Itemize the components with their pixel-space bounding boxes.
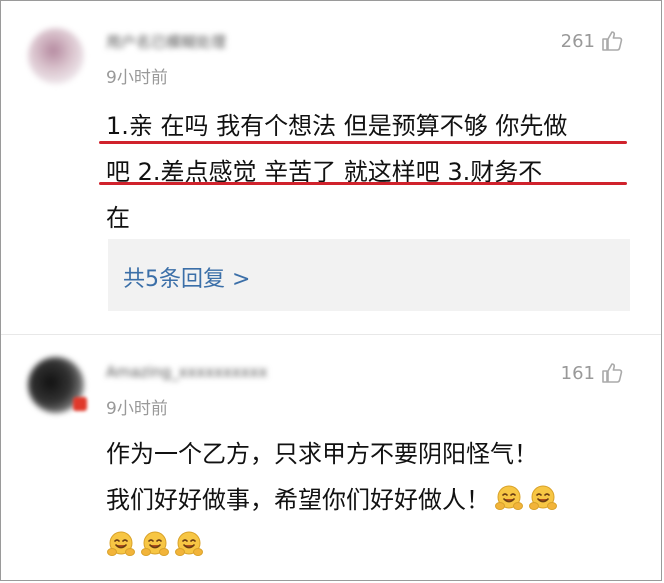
username[interactable]: 用户名已模糊处理: [106, 31, 241, 51]
verified-badge-icon: [73, 397, 87, 411]
username[interactable]: Amazing_xxxxxxxxxx: [106, 363, 316, 383]
comment-text: 作为一个乙方，只求甲方不要阴阳怪气！ 我们好好做事，希望你们好好做人！: [106, 431, 636, 569]
red-underline-annotation: [99, 141, 627, 144]
comment-feed: 用户名已模糊处理 9小时前 261 1.亲 在吗 我有个想法 但是预算不够 你先…: [0, 0, 662, 581]
thumbs-up-icon: [602, 363, 623, 383]
replies-panel: 共5条回复 >: [108, 239, 630, 311]
comment-line: 在: [106, 204, 130, 232]
comment-line: 作为一个乙方，只求甲方不要阴阳怪气！: [106, 440, 538, 468]
hug-emoji: [495, 485, 523, 510]
comment-line: 我们好好做事，希望你们好好做人！: [106, 477, 636, 523]
comment-line-text: 我们好好做事，希望你们好好做人！: [106, 486, 490, 514]
avatar[interactable]: [28, 28, 84, 84]
hug-emoji: [529, 485, 557, 510]
view-replies-link[interactable]: 共5条回复 >: [123, 261, 250, 293]
thumbs-up-icon: [602, 31, 623, 51]
comment-text: 1.亲 在吗 我有个想法 但是预算不够 你先做 吧 2.差点感觉 辛苦了 就这样…: [106, 103, 636, 241]
comment-line: 吧 2.差点感觉 辛苦了 就这样吧 3.财务不: [106, 158, 543, 186]
like-count: 261: [560, 30, 595, 52]
timestamp: 9小时前: [106, 399, 168, 419]
hug-emoji: [141, 531, 169, 556]
like-button[interactable]: 261: [561, 29, 625, 53]
like-button[interactable]: 161: [561, 361, 625, 385]
hug-emoji: [175, 531, 203, 556]
emoji-group: [106, 523, 636, 569]
hug-emoji: [107, 531, 135, 556]
timestamp: 9小时前: [106, 68, 168, 88]
emoji-group: [490, 485, 558, 514]
red-underline-annotation: [99, 182, 627, 185]
like-count: 161: [560, 362, 595, 384]
